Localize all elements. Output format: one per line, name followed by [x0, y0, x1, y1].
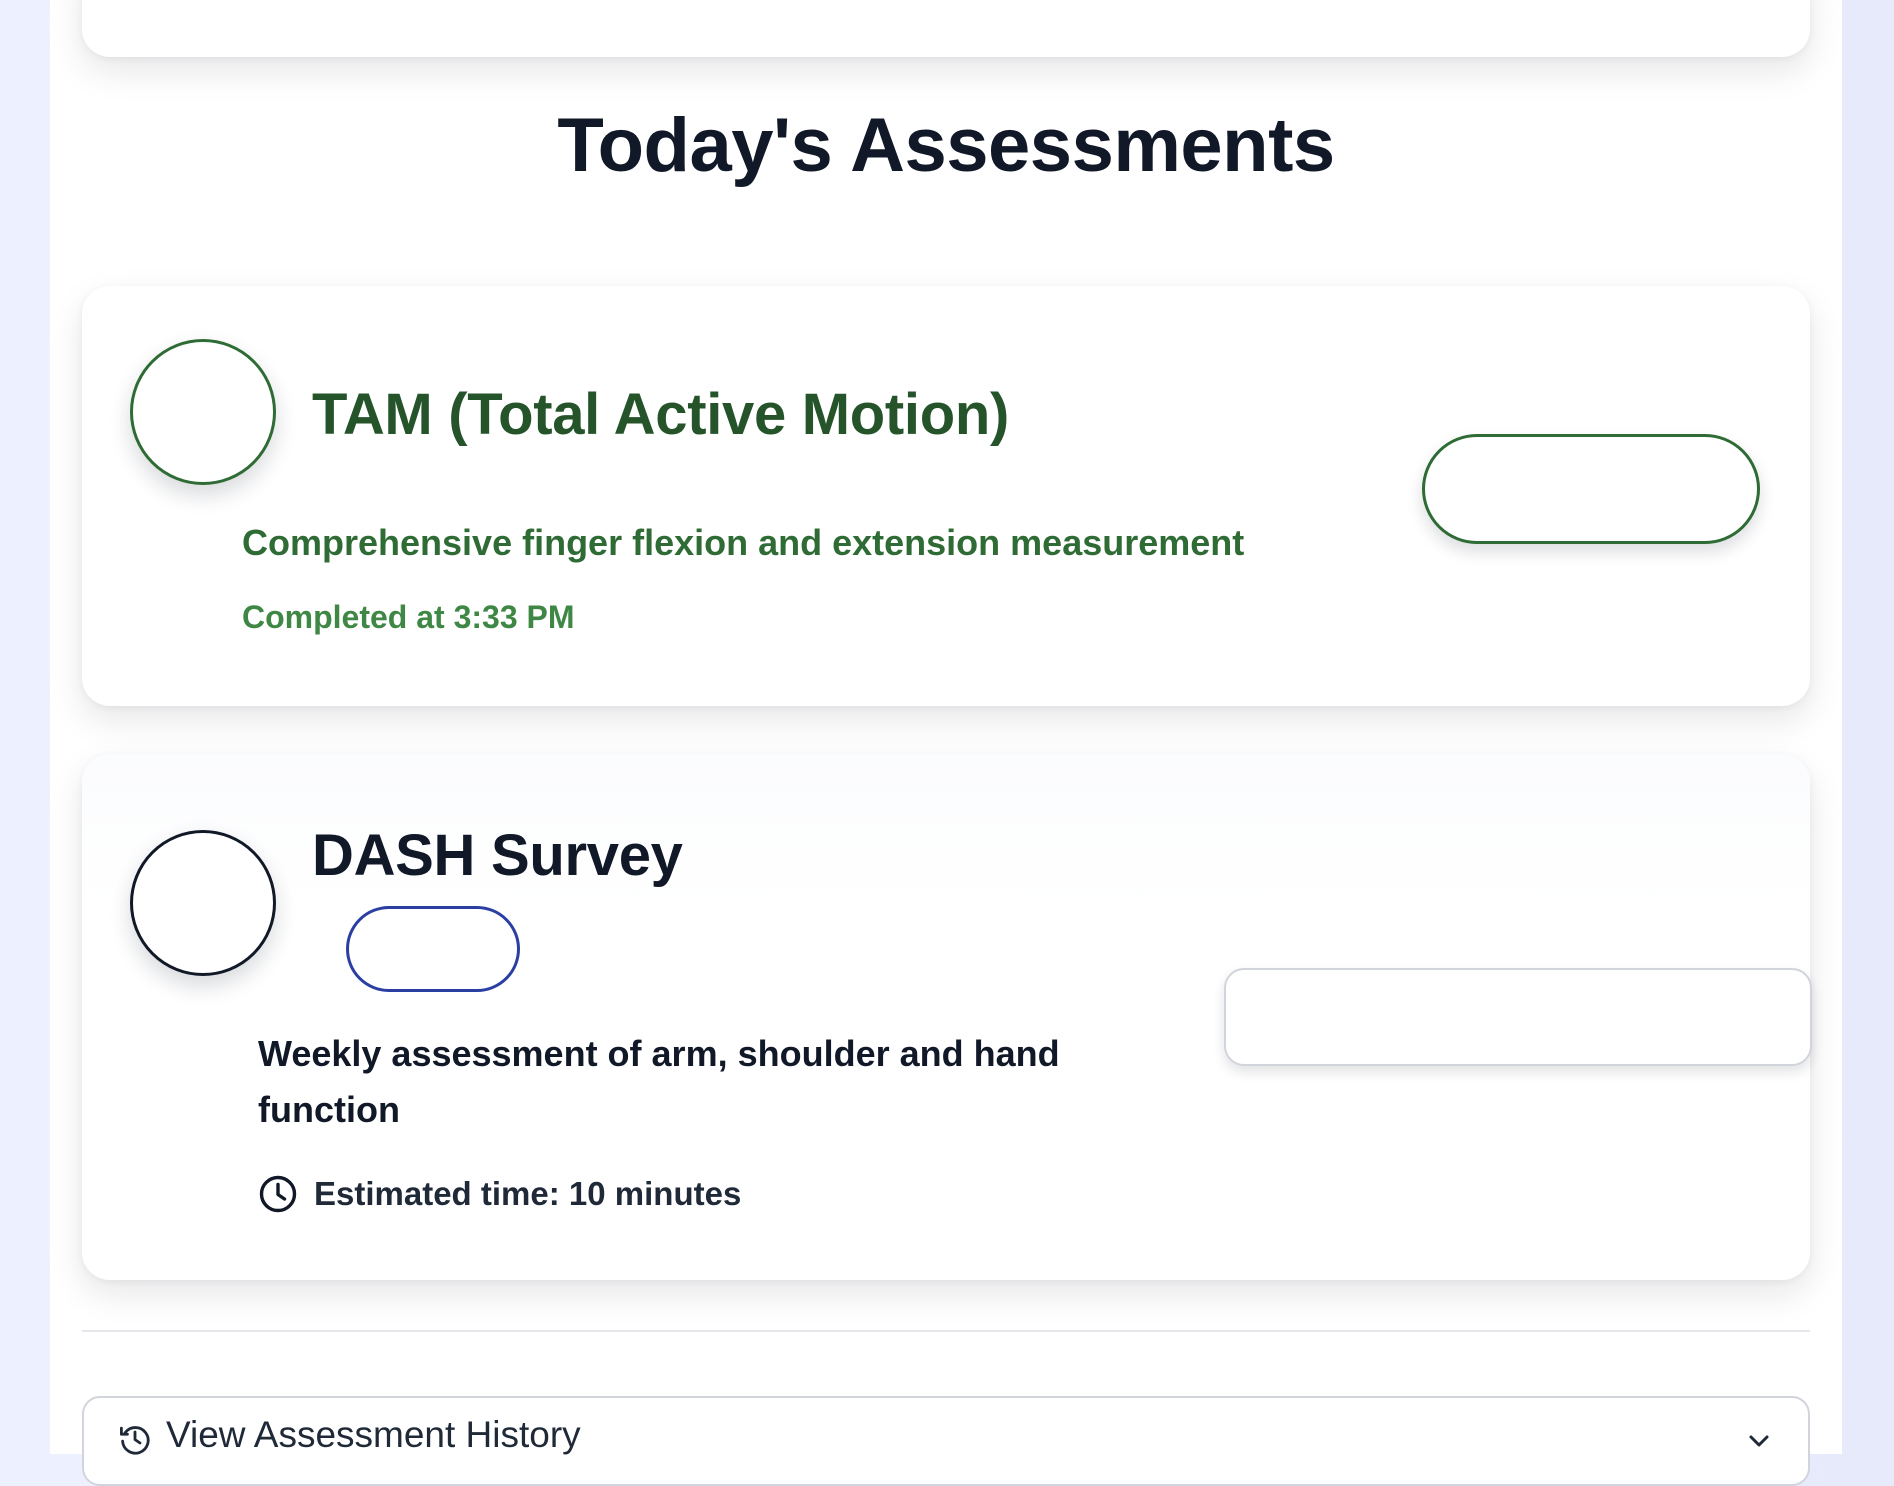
- chevron-down-icon: [1744, 1426, 1774, 1456]
- clock-icon: [258, 1174, 298, 1214]
- estimated-time: Estimated time: 10 minutes: [258, 1172, 741, 1216]
- page-container: Today's Assessments TAM (Total Active Mo…: [50, 0, 1842, 1486]
- assessment-title: DASH Survey: [312, 823, 683, 888]
- completed-status-circle: [130, 339, 276, 485]
- assessment-history-toggle[interactable]: View Assessment History: [82, 1396, 1810, 1486]
- section-divider: [82, 1330, 1810, 1332]
- dash-start-button[interactable]: [1224, 968, 1812, 1066]
- previous-card: [82, 0, 1810, 57]
- assessment-description: Weekly assessment of arm, shoulder and h…: [258, 1033, 1060, 1130]
- pending-status-circle: [130, 830, 276, 976]
- estimated-time-text: Estimated time: 10 minutes: [314, 1175, 742, 1212]
- assessment-card-dash: DASH Survey Weekly assessment of arm, sh…: [82, 754, 1812, 1280]
- history-icon: [118, 1422, 152, 1456]
- history-label: View Assessment History: [166, 1414, 581, 1455]
- tam-action-button[interactable]: [1422, 434, 1760, 544]
- assessment-title: TAM (Total Active Motion): [312, 382, 1009, 447]
- assessment-card-tam: TAM (Total Active Motion) Comprehensive …: [82, 286, 1810, 706]
- section-title: Today's Assessments: [557, 103, 1335, 188]
- completion-status: Completed at 3:33 PM: [242, 599, 575, 635]
- assessment-description: Comprehensive finger flexion and extensi…: [242, 522, 1245, 563]
- status-badge: [346, 906, 520, 992]
